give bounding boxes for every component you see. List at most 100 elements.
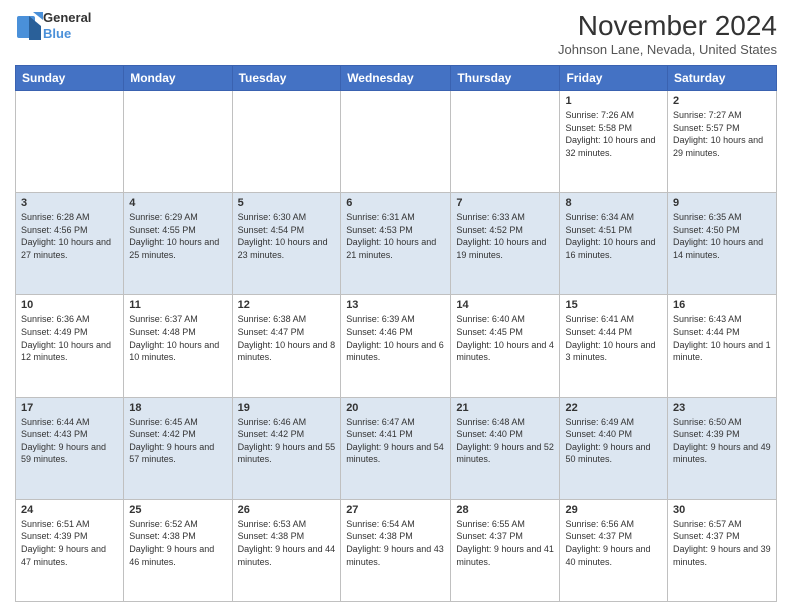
page: General Blue November 2024 Johnson Lane,… <box>0 0 792 612</box>
day-info: Sunrise: 6:47 AM Sunset: 4:41 PM Dayligh… <box>346 416 445 466</box>
day-info: Sunrise: 6:29 AM Sunset: 4:55 PM Dayligh… <box>129 211 226 261</box>
calendar-week-2: 3 Sunrise: 6:28 AM Sunset: 4:56 PM Daylig… <box>16 193 777 295</box>
calendar-cell: 23Sunrise: 6:50 AM Sunset: 4:39 PM Dayli… <box>668 397 777 499</box>
day-info: Sunrise: 6:39 AM Sunset: 4:46 PM Dayligh… <box>346 313 445 363</box>
day-number: 5 <box>238 197 336 209</box>
day-info: Sunrise: 6:31 AM Sunset: 4:53 PM Dayligh… <box>346 211 445 261</box>
col-monday: Monday <box>124 66 232 91</box>
calendar-cell: 2Sunrise: 7:27 AM Sunset: 5:57 PM Daylig… <box>668 91 777 193</box>
day-number: 13 <box>346 299 445 311</box>
col-sunday: Sunday <box>16 66 124 91</box>
calendar-week-1: 1Sunrise: 7:26 AM Sunset: 5:58 PM Daylig… <box>16 91 777 193</box>
calendar-week-5: 24 Sunrise: 6:51 AM Sunset: 4:39 PM Dayli… <box>16 499 777 601</box>
calendar-cell: 28Sunrise: 6:55 AM Sunset: 4:37 PM Dayli… <box>451 499 560 601</box>
day-info: Sunrise: 6:40 AM Sunset: 4:45 PM Dayligh… <box>456 313 554 363</box>
calendar-cell: 13 Sunrise: 6:39 AM Sunset: 4:46 PM Dayli… <box>341 295 451 397</box>
calendar-cell: 22Sunrise: 6:49 AM Sunset: 4:40 PM Dayli… <box>560 397 668 499</box>
day-number: 3 <box>21 197 118 209</box>
day-info: Sunrise: 6:33 AM Sunset: 4:52 PM Dayligh… <box>456 211 554 261</box>
day-number: 15 <box>565 299 662 311</box>
day-info: Sunrise: 6:37 AM Sunset: 4:48 PM Dayligh… <box>129 313 226 363</box>
calendar-cell: 29Sunrise: 6:56 AM Sunset: 4:37 PM Dayli… <box>560 499 668 601</box>
day-number: 22 <box>565 402 662 414</box>
calendar-cell: 3 Sunrise: 6:28 AM Sunset: 4:56 PM Daylig… <box>16 193 124 295</box>
calendar-cell: 9 Sunrise: 6:35 AM Sunset: 4:50 PM Daylig… <box>668 193 777 295</box>
calendar-cell: 25 Sunrise: 6:52 AM Sunset: 4:38 PM Dayli… <box>124 499 232 601</box>
calendar-cell: 21Sunrise: 6:48 AM Sunset: 4:40 PM Dayli… <box>451 397 560 499</box>
calendar: Sunday Monday Tuesday Wednesday Thursday… <box>15 65 777 602</box>
day-info: Sunrise: 6:52 AM Sunset: 4:38 PM Dayligh… <box>129 518 226 568</box>
day-number: 7 <box>456 197 554 209</box>
calendar-table: Sunday Monday Tuesday Wednesday Thursday… <box>15 65 777 602</box>
day-info: Sunrise: 6:50 AM Sunset: 4:39 PM Dayligh… <box>673 416 771 466</box>
day-number: 27 <box>346 504 445 516</box>
calendar-cell: 26Sunrise: 6:53 AM Sunset: 4:38 PM Dayli… <box>232 499 341 601</box>
logo-general: General <box>43 10 91 26</box>
calendar-cell: 5 Sunrise: 6:30 AM Sunset: 4:54 PM Daylig… <box>232 193 341 295</box>
day-number: 25 <box>129 504 226 516</box>
calendar-cell <box>451 91 560 193</box>
calendar-cell <box>341 91 451 193</box>
day-number: 26 <box>238 504 336 516</box>
day-info: Sunrise: 6:36 AM Sunset: 4:49 PM Dayligh… <box>21 313 118 363</box>
day-number: 17 <box>21 402 118 414</box>
day-number: 19 <box>238 402 336 414</box>
col-tuesday: Tuesday <box>232 66 341 91</box>
calendar-cell: 15 Sunrise: 6:41 AM Sunset: 4:44 PM Dayli… <box>560 295 668 397</box>
col-saturday: Saturday <box>668 66 777 91</box>
day-info: Sunrise: 6:45 AM Sunset: 4:42 PM Dayligh… <box>129 416 226 466</box>
day-info: Sunrise: 6:43 AM Sunset: 4:44 PM Dayligh… <box>673 313 771 363</box>
day-number: 6 <box>346 197 445 209</box>
day-info: Sunrise: 6:35 AM Sunset: 4:50 PM Dayligh… <box>673 211 771 261</box>
calendar-week-4: 17 Sunrise: 6:44 AM Sunset: 4:43 PM Dayli… <box>16 397 777 499</box>
day-number: 8 <box>565 197 662 209</box>
logo: General Blue <box>15 10 91 41</box>
day-number: 20 <box>346 402 445 414</box>
day-number: 1 <box>565 95 662 107</box>
day-info: Sunrise: 6:28 AM Sunset: 4:56 PM Dayligh… <box>21 211 118 261</box>
day-number: 24 <box>21 504 118 516</box>
calendar-cell: 18 Sunrise: 6:45 AM Sunset: 4:42 PM Dayli… <box>124 397 232 499</box>
title-area: November 2024 Johnson Lane, Nevada, Unit… <box>558 10 777 57</box>
day-number: 29 <box>565 504 662 516</box>
calendar-cell: 10 Sunrise: 6:36 AM Sunset: 4:49 PM Dayli… <box>16 295 124 397</box>
day-info: Sunrise: 6:48 AM Sunset: 4:40 PM Dayligh… <box>456 416 554 466</box>
day-number: 16 <box>673 299 771 311</box>
day-info: Sunrise: 6:41 AM Sunset: 4:44 PM Dayligh… <box>565 313 662 363</box>
calendar-cell: 8 Sunrise: 6:34 AM Sunset: 4:51 PM Daylig… <box>560 193 668 295</box>
col-friday: Friday <box>560 66 668 91</box>
day-number: 18 <box>129 402 226 414</box>
header: General Blue November 2024 Johnson Lane,… <box>15 10 777 57</box>
day-number: 28 <box>456 504 554 516</box>
calendar-cell <box>232 91 341 193</box>
day-info: Sunrise: 7:27 AM Sunset: 5:57 PM Dayligh… <box>673 109 771 159</box>
logo-blue: Blue <box>43 26 91 42</box>
col-thursday: Thursday <box>451 66 560 91</box>
day-number: 30 <box>673 504 771 516</box>
day-info: Sunrise: 6:34 AM Sunset: 4:51 PM Dayligh… <box>565 211 662 261</box>
calendar-cell: 16 Sunrise: 6:43 AM Sunset: 4:44 PM Dayli… <box>668 295 777 397</box>
day-info: Sunrise: 6:30 AM Sunset: 4:54 PM Dayligh… <box>238 211 336 261</box>
calendar-cell: 1Sunrise: 7:26 AM Sunset: 5:58 PM Daylig… <box>560 91 668 193</box>
calendar-cell <box>124 91 232 193</box>
day-info: Sunrise: 6:46 AM Sunset: 4:42 PM Dayligh… <box>238 416 336 466</box>
calendar-cell: 30 Sunrise: 6:57 AM Sunset: 4:37 PM Dayli… <box>668 499 777 601</box>
calendar-cell: 11Sunrise: 6:37 AM Sunset: 4:48 PM Dayli… <box>124 295 232 397</box>
day-number: 12 <box>238 299 336 311</box>
logo-text: General Blue <box>43 10 91 41</box>
day-info: Sunrise: 6:57 AM Sunset: 4:37 PM Dayligh… <box>673 518 771 568</box>
day-info: Sunrise: 6:38 AM Sunset: 4:47 PM Dayligh… <box>238 313 336 363</box>
calendar-cell: 4Sunrise: 6:29 AM Sunset: 4:55 PM Daylig… <box>124 193 232 295</box>
day-number: 10 <box>21 299 118 311</box>
calendar-cell: 24 Sunrise: 6:51 AM Sunset: 4:39 PM Dayli… <box>16 499 124 601</box>
calendar-cell: 27Sunrise: 6:54 AM Sunset: 4:38 PM Dayli… <box>341 499 451 601</box>
day-info: Sunrise: 6:44 AM Sunset: 4:43 PM Dayligh… <box>21 416 118 466</box>
day-number: 14 <box>456 299 554 311</box>
day-number: 9 <box>673 197 771 209</box>
day-info: Sunrise: 6:51 AM Sunset: 4:39 PM Dayligh… <box>21 518 118 568</box>
header-row: Sunday Monday Tuesday Wednesday Thursday… <box>16 66 777 91</box>
calendar-cell: 12 Sunrise: 6:38 AM Sunset: 4:47 PM Dayli… <box>232 295 341 397</box>
location: Johnson Lane, Nevada, United States <box>558 42 777 57</box>
col-wednesday: Wednesday <box>341 66 451 91</box>
calendar-cell: 19 Sunrise: 6:46 AM Sunset: 4:42 PM Dayli… <box>232 397 341 499</box>
